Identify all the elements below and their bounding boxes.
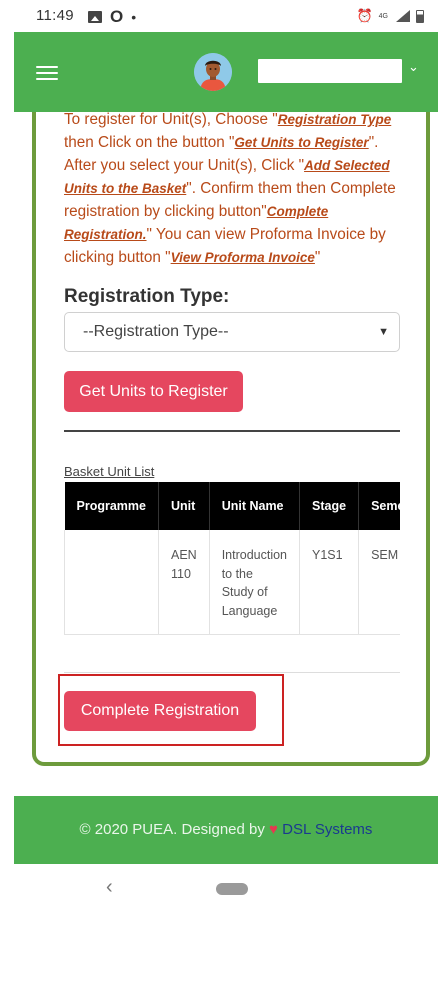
gallery-icon: [88, 11, 102, 23]
registration-card: To register for Unit(s), Choose "Registr…: [32, 112, 430, 766]
network-type: 4G: [378, 12, 388, 20]
cell-programme: [64, 530, 159, 635]
registration-type-select[interactable]: --Registration Type-- ▼: [64, 312, 400, 352]
status-system-icons: ⏰ 4G: [356, 8, 424, 24]
cell-unit-name: Introduction to the Study of Language: [209, 530, 301, 635]
registration-type-label: Registration Type:: [64, 286, 230, 307]
column-header: Programme: [64, 482, 159, 530]
link-get-units[interactable]: Get Units to Register: [234, 135, 368, 150]
user-avatar-icon[interactable]: [194, 53, 232, 91]
basket-unit-list-title: Basket Unit List: [64, 464, 155, 479]
cell-unit: AEN 110: [158, 530, 210, 635]
status-bar: 11:49 O • ⏰ 4G: [0, 0, 438, 32]
footer: © 2020 PUEA. Designed by ♥ DSL Systems: [14, 796, 438, 864]
dropdown-arrow-icon: ▼: [378, 326, 389, 338]
cell-semester: SEM 202: [358, 530, 400, 635]
app-header: ⌄: [14, 32, 438, 112]
alarm-icon: ⏰: [356, 8, 373, 23]
column-header: Unit: [158, 482, 210, 530]
user-select-field[interactable]: [258, 59, 402, 83]
divider: [64, 430, 400, 432]
link-view-proforma-invoice[interactable]: View Proforma Invoice: [171, 250, 315, 265]
link-registration-type[interactable]: Registration Type: [278, 112, 392, 127]
opera-icon: O: [110, 7, 124, 26]
signal-icon: [394, 10, 410, 22]
column-header: Unit Name: [209, 482, 301, 530]
column-header: Stage: [299, 482, 360, 530]
basket-table[interactable]: Programme Unit Unit Name Stage Semester …: [64, 482, 400, 636]
footer-brand-link[interactable]: DSL Systems: [282, 821, 372, 838]
footer-copyright: © 2020 PUEA. Designed by: [79, 821, 265, 838]
table-row: AEN 110 Introduction to the Study of Lan…: [64, 530, 400, 635]
complete-registration-button[interactable]: Complete Registration: [64, 691, 256, 731]
heart-icon: ♥: [269, 821, 278, 838]
battery-icon: [416, 9, 424, 23]
table-header-row: Programme Unit Unit Name Stage Semester: [64, 482, 400, 530]
hamburger-icon[interactable]: [36, 66, 58, 80]
divider: [64, 672, 400, 673]
column-header: Semester: [358, 482, 400, 530]
status-time: 11:49: [36, 7, 74, 24]
registration-type-selected: --Registration Type--: [83, 323, 229, 340]
cell-stage: Y1S1: [299, 530, 360, 635]
status-notification-icons: O •: [88, 7, 136, 27]
chevron-down-icon[interactable]: ⌄: [408, 59, 419, 75]
back-icon[interactable]: ‹: [106, 876, 113, 899]
home-pill-icon[interactable]: [216, 883, 248, 895]
registration-instructions: To register for Unit(s), Choose "Registr…: [64, 112, 396, 266]
get-units-button[interactable]: Get Units to Register: [64, 371, 243, 412]
dot-icon: •: [131, 9, 137, 25]
